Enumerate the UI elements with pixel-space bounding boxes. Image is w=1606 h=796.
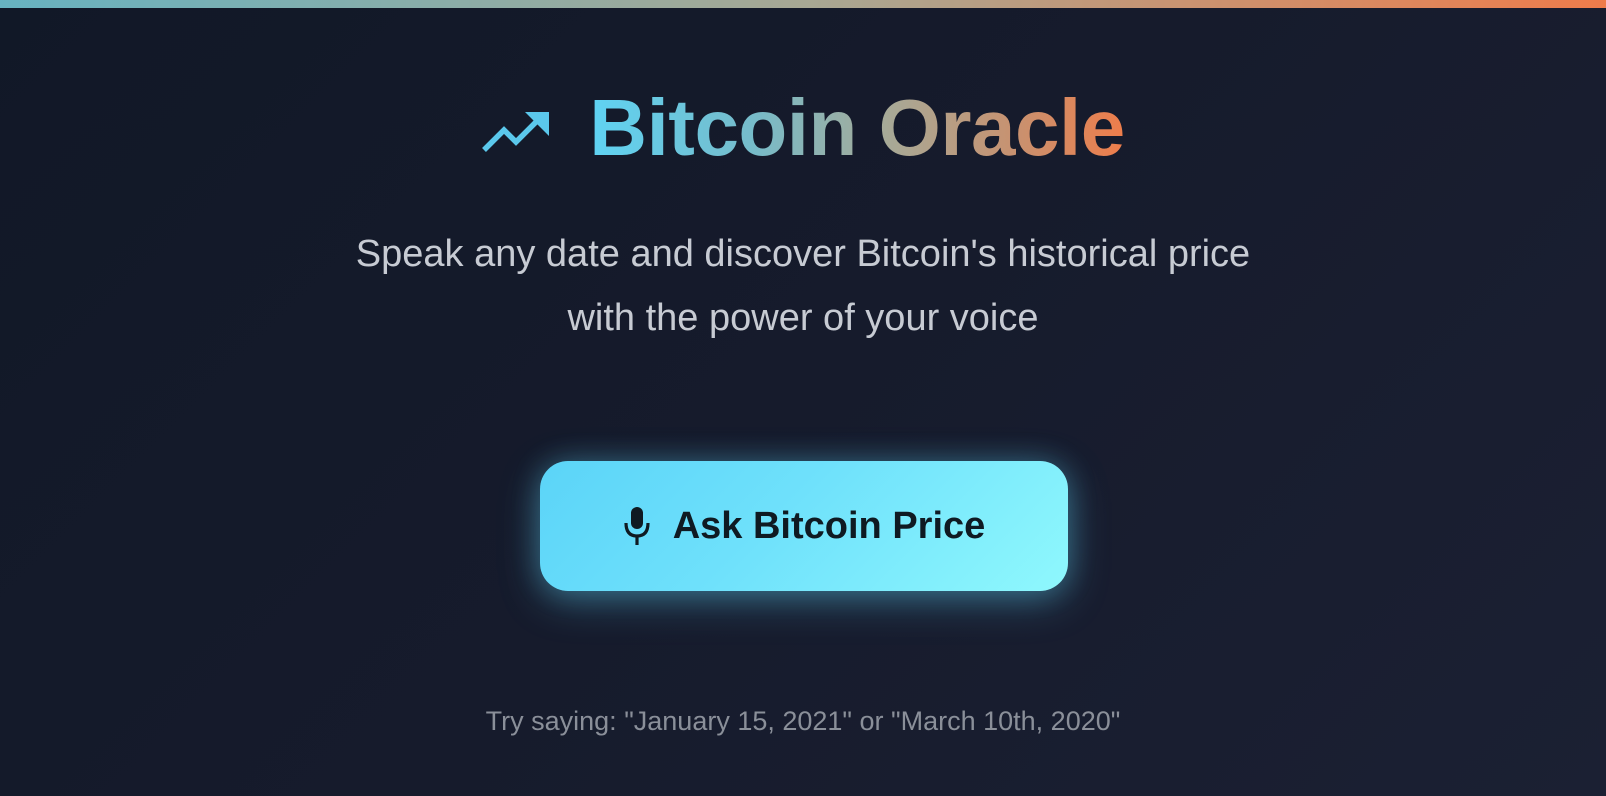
example-hint: Try saying: "January 15, 2021" or "March… xyxy=(485,706,1121,736)
page-header: Bitcoin Oracle xyxy=(0,80,1606,176)
ask-bitcoin-price-button[interactable]: Ask Bitcoin Price xyxy=(540,461,1068,591)
microphone-icon xyxy=(623,506,651,546)
subtitle-line-1: Speak any date and discover Bitcoin's hi… xyxy=(355,233,1251,275)
page-title: Bitcoin Oracle xyxy=(589,80,1125,176)
page-subtitle: Speak any date and discover Bitcoin's hi… xyxy=(0,222,1606,350)
ask-button-label: Ask Bitcoin Price xyxy=(672,504,986,547)
subtitle-line-2: with the power of your voice xyxy=(567,297,1039,339)
trending-up-icon xyxy=(481,108,551,154)
top-accent-bar xyxy=(0,0,1606,8)
